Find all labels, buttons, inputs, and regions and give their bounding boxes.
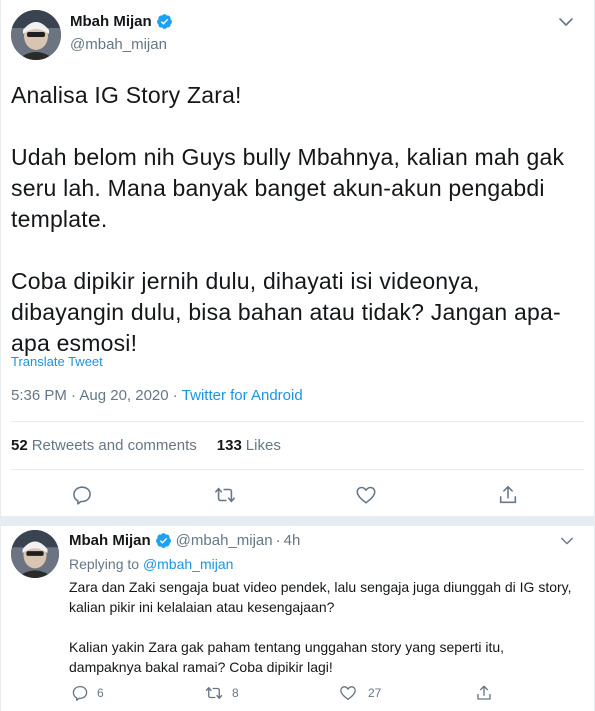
reply-time[interactable]: 4h <box>284 532 301 549</box>
divider <box>11 469 584 470</box>
reply-count: 6 <box>97 686 104 700</box>
share-button[interactable] <box>475 684 493 702</box>
replying-prefix: Replying to <box>69 556 140 572</box>
retweet-icon <box>205 687 223 699</box>
retweet-icon <box>215 487 235 503</box>
replying-to: Replying to @mbah_mijan <box>69 556 233 572</box>
tweet-timestamp[interactable]: 5:36 PM · Aug 20, 2020 · <box>11 387 178 404</box>
retweet-button[interactable] <box>205 684 223 702</box>
retweet-count: 8 <box>232 686 239 700</box>
reply-author-name[interactable]: Mbah Mijan <box>69 532 151 549</box>
tweet-stats: 52 Retweets and comments 133 Likes <box>11 437 281 454</box>
replying-to-handle[interactable]: @mbah_mijan <box>143 556 233 572</box>
translate-tweet-link[interactable]: Translate Tweet <box>11 354 103 369</box>
reply-button[interactable] <box>71 484 93 506</box>
reply-author-row: Mbah Mijan @mbah_mijan · 4h <box>69 532 300 549</box>
reply-icon <box>73 486 91 505</box>
reply-button[interactable] <box>71 684 89 702</box>
verified-badge-icon <box>155 533 171 548</box>
retweets-label: Retweets and comments <box>31 437 197 454</box>
heart-icon <box>356 486 376 504</box>
reply-icon <box>72 685 88 701</box>
likes-label: Likes <box>245 437 281 454</box>
tweet-source[interactable]: Twitter for Android <box>182 387 303 404</box>
section-separator <box>1 516 595 526</box>
author-handle[interactable]: @mbah_mijan <box>70 36 167 53</box>
reply-author-handle[interactable]: @mbah_mijan <box>176 532 273 549</box>
like-button[interactable] <box>355 484 377 506</box>
heart-icon <box>340 686 356 701</box>
likes-count: 133 <box>216 437 242 454</box>
avatar-image <box>11 10 61 60</box>
chevron-down-icon[interactable] <box>560 534 574 548</box>
share-icon <box>477 685 491 700</box>
retweet-button[interactable] <box>214 484 236 506</box>
author-row: Mbah Mijan <box>70 13 173 30</box>
avatar-image <box>11 530 59 578</box>
like-count: 27 <box>368 686 382 700</box>
reply-avatar[interactable] <box>11 530 59 578</box>
like-button[interactable] <box>339 684 357 702</box>
divider <box>11 421 584 422</box>
avatar[interactable] <box>11 10 61 60</box>
author-name[interactable]: Mbah Mijan <box>70 13 152 30</box>
tweet-meta: 5:36 PM · Aug 20, 2020 · Twitter for And… <box>11 387 303 404</box>
share-icon <box>499 485 517 504</box>
separator-dot: · <box>275 532 281 549</box>
chevron-down-icon[interactable] <box>558 14 574 30</box>
reply-actions: 6 8 27 <box>1 684 595 704</box>
likes-stat[interactable]: 133 Likes <box>217 437 281 454</box>
retweets-count: 52 <box>11 437 28 454</box>
tweet-thread: Mbah Mijan @mbah_mijan Analisa IG Story … <box>0 0 595 711</box>
tweet-text: Analisa IG Story Zara! Udah belom nih Gu… <box>11 82 565 356</box>
reply-text: Zara dan Zaki sengaja buat video pendek,… <box>69 579 572 675</box>
share-button[interactable] <box>497 484 519 506</box>
verified-badge-icon <box>156 14 172 29</box>
retweets-stat[interactable]: 52 Retweets and comments <box>11 437 197 454</box>
tweet-actions <box>1 484 595 506</box>
